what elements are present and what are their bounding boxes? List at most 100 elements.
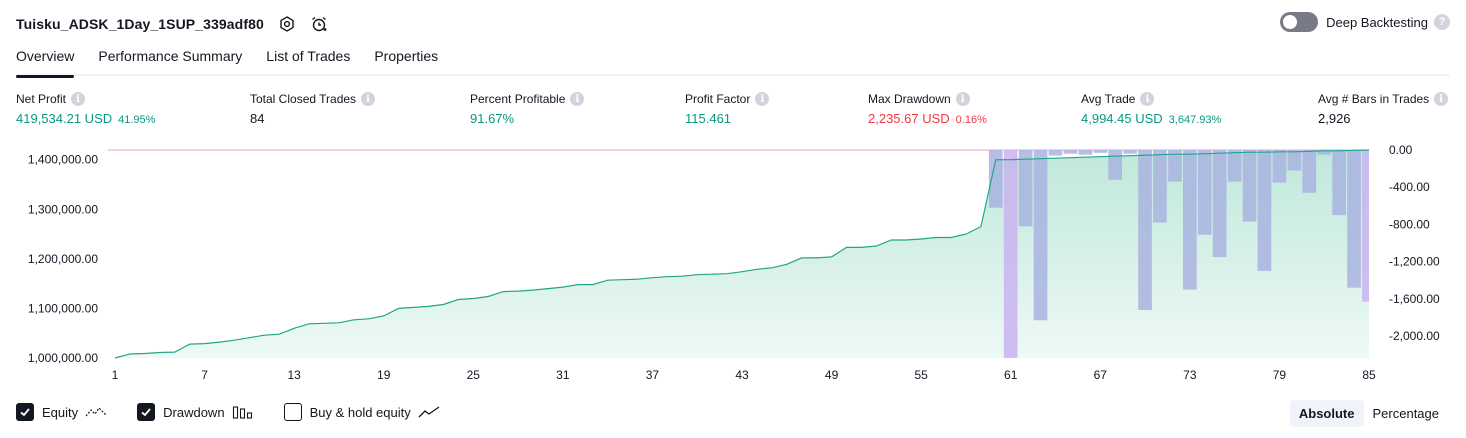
metric-label: Avg Trade (1081, 92, 1136, 106)
x-axis-tick-label: 37 (646, 368, 660, 382)
drawdown-bar (1332, 150, 1346, 216)
alarm-clock-icon[interactable] (310, 15, 328, 33)
metric-value: 2,926 (1318, 111, 1351, 126)
x-axis-tick-label: 85 (1362, 368, 1376, 382)
metrics-row: Net Profit i 419,534.21 USD 41.95% Total C… (0, 92, 1466, 132)
view-mode-toggle: Absolute Percentage (1289, 400, 1449, 427)
drawdown-bar (1227, 150, 1242, 182)
x-axis-tick-label: 31 (556, 368, 570, 382)
help-icon[interactable]: ? (1434, 14, 1450, 30)
drawdown-bar (1108, 150, 1122, 180)
x-axis-tick-label: 61 (1004, 368, 1018, 382)
right-axis-tick-label: -800.00 (1389, 217, 1430, 231)
legend-buy-hold[interactable]: Buy & hold equity (283, 403, 440, 421)
metric-percent: 41.95% (118, 114, 156, 126)
chart-legend: Equity Drawdown Buy & hold equity (16, 403, 470, 421)
deep-backtesting-label: Deep Backtesting (1326, 14, 1428, 30)
tab-list-of-trades[interactable]: List of Trades (266, 44, 350, 76)
drawdown-bar (1018, 150, 1033, 227)
metric-total-closed-trades: Total Closed Trades i 84 (250, 92, 376, 126)
drawdown-bar (1048, 150, 1063, 156)
metric-label: Max Drawdown (868, 92, 951, 106)
legend-drawdown[interactable]: Drawdown (137, 403, 253, 421)
metric-label: Net Profit (16, 92, 67, 106)
drawdown-bar (1063, 150, 1078, 154)
equity-line-icon (85, 405, 107, 419)
metric-value: 2,235.67 USD (868, 111, 950, 126)
right-axis-tick-label: -400.00 (1389, 180, 1430, 194)
left-y-axis: 1,000,000.00 1,100,000.00 1,200,000.00 1,30… (28, 153, 98, 365)
buy-hold-checkbox[interactable] (283, 403, 302, 421)
x-axis-tick-label: 49 (825, 368, 839, 382)
strategy-header: Tuisku_ADSK_1Day_1SUP_339adf80 (16, 10, 328, 38)
drawdown-bar (1138, 150, 1152, 310)
drawdown-bar (1212, 150, 1227, 257)
metric-net-profit: Net Profit i 419,534.21 USD 41.95% (16, 92, 155, 126)
metric-value: 91.67% (470, 111, 515, 126)
right-axis-tick-label: -1,200.00 (1389, 255, 1440, 269)
strategy-title: Tuisku_ADSK_1Day_1SUP_339adf80 (16, 16, 264, 32)
deep-backtesting-control: Deep Backtesting ? (1280, 12, 1450, 32)
left-axis-tick-label: 1,300,000.00 (28, 202, 98, 216)
x-axis-tick-label: 43 (735, 368, 749, 382)
info-icon[interactable]: i (1140, 92, 1155, 106)
deep-backtesting-toggle[interactable] (1280, 12, 1319, 32)
equity-drawdown-chart[interactable]: 1,000,000.00 1,100,000.00 1,200,000.00 1,30… (0, 140, 1466, 398)
tab-overview[interactable]: Overview (16, 44, 75, 78)
metric-label: Profit Factor (685, 92, 751, 106)
tab-performance-summary[interactable]: Performance Summary (98, 44, 242, 76)
info-icon[interactable]: i (755, 92, 770, 106)
x-axis-tick-label: 55 (914, 368, 928, 382)
absolute-button[interactable]: Absolute (1289, 400, 1364, 427)
metric-value: 4,994.45 USD (1081, 111, 1163, 126)
right-axis-tick-label: 0.00 (1389, 143, 1413, 157)
toggle-knob (1283, 15, 1298, 29)
drawdown-bar (1003, 150, 1018, 358)
right-y-axis: 0.00 -400.00 -800.00 -1,200.00 -1,600.00 -2,0… (1389, 143, 1440, 343)
drawdown-bar (1123, 150, 1137, 154)
x-axis-tick-label: 73 (1183, 368, 1197, 382)
drawdown-bar (1347, 150, 1361, 288)
drawdown-bar (1272, 150, 1287, 183)
legend-equity[interactable]: Equity (16, 403, 107, 421)
x-axis: 1 7 13 19 25 31 37 43 49 55 61 67 73 79 85 (112, 368, 1376, 382)
metric-percent: 3,647.93% (1168, 114, 1222, 126)
right-axis-tick-label: -2,000.00 (1389, 329, 1440, 343)
percentage-button[interactable]: Percentage (1364, 400, 1449, 427)
x-axis-tick-label: 13 (287, 368, 301, 382)
x-axis-tick-label: 1 (112, 368, 119, 382)
tab-bar: Overview Performance Summary List of Tra… (16, 44, 1450, 78)
metric-profit-factor: Profit Factor i 115.461 (685, 92, 770, 126)
right-axis-tick-label: -1,600.00 (1389, 292, 1440, 306)
legend-buy-hold-label: Buy & hold equity (309, 404, 411, 420)
left-axis-tick-label: 1,400,000.00 (28, 153, 98, 167)
drawdown-bar (1183, 150, 1197, 290)
x-axis-tick-label: 67 (1094, 368, 1108, 382)
metric-label: Percent Profitable (470, 92, 566, 106)
metric-label: Avg # Bars in Trades (1318, 92, 1430, 106)
drawdown-bar (1033, 150, 1048, 321)
trend-line-icon (418, 405, 440, 419)
info-icon[interactable]: i (1434, 92, 1449, 106)
drawdown-bar (1302, 150, 1317, 193)
metric-label: Total Closed Trades (250, 92, 357, 106)
bar-chart-icon (232, 405, 254, 419)
metric-max-drawdown: Max Drawdown i 2,235.67 USD 0.16% (868, 92, 987, 126)
info-icon[interactable]: i (570, 92, 585, 106)
equity-checkbox[interactable] (16, 403, 34, 421)
drawdown-bar (1078, 150, 1093, 155)
drawdown-checkbox[interactable] (137, 403, 156, 421)
info-icon[interactable]: i (955, 92, 970, 106)
legend-drawdown-label: Drawdown (163, 404, 225, 420)
info-icon[interactable]: i (361, 92, 376, 106)
settings-icon[interactable] (278, 15, 296, 33)
metric-value: 115.461 (685, 111, 732, 126)
drawdown-bar (1242, 150, 1257, 222)
tab-properties[interactable]: Properties (374, 44, 438, 76)
drawdown-bar (1153, 150, 1167, 223)
info-icon[interactable]: i (71, 92, 86, 106)
drawdown-bar (1197, 150, 1212, 235)
metric-value: 419,534.21 USD (16, 111, 113, 126)
drawdown-bar (1093, 150, 1108, 153)
metric-avg-bars: Avg # Bars in Trades i 2,926 (1318, 92, 1449, 126)
